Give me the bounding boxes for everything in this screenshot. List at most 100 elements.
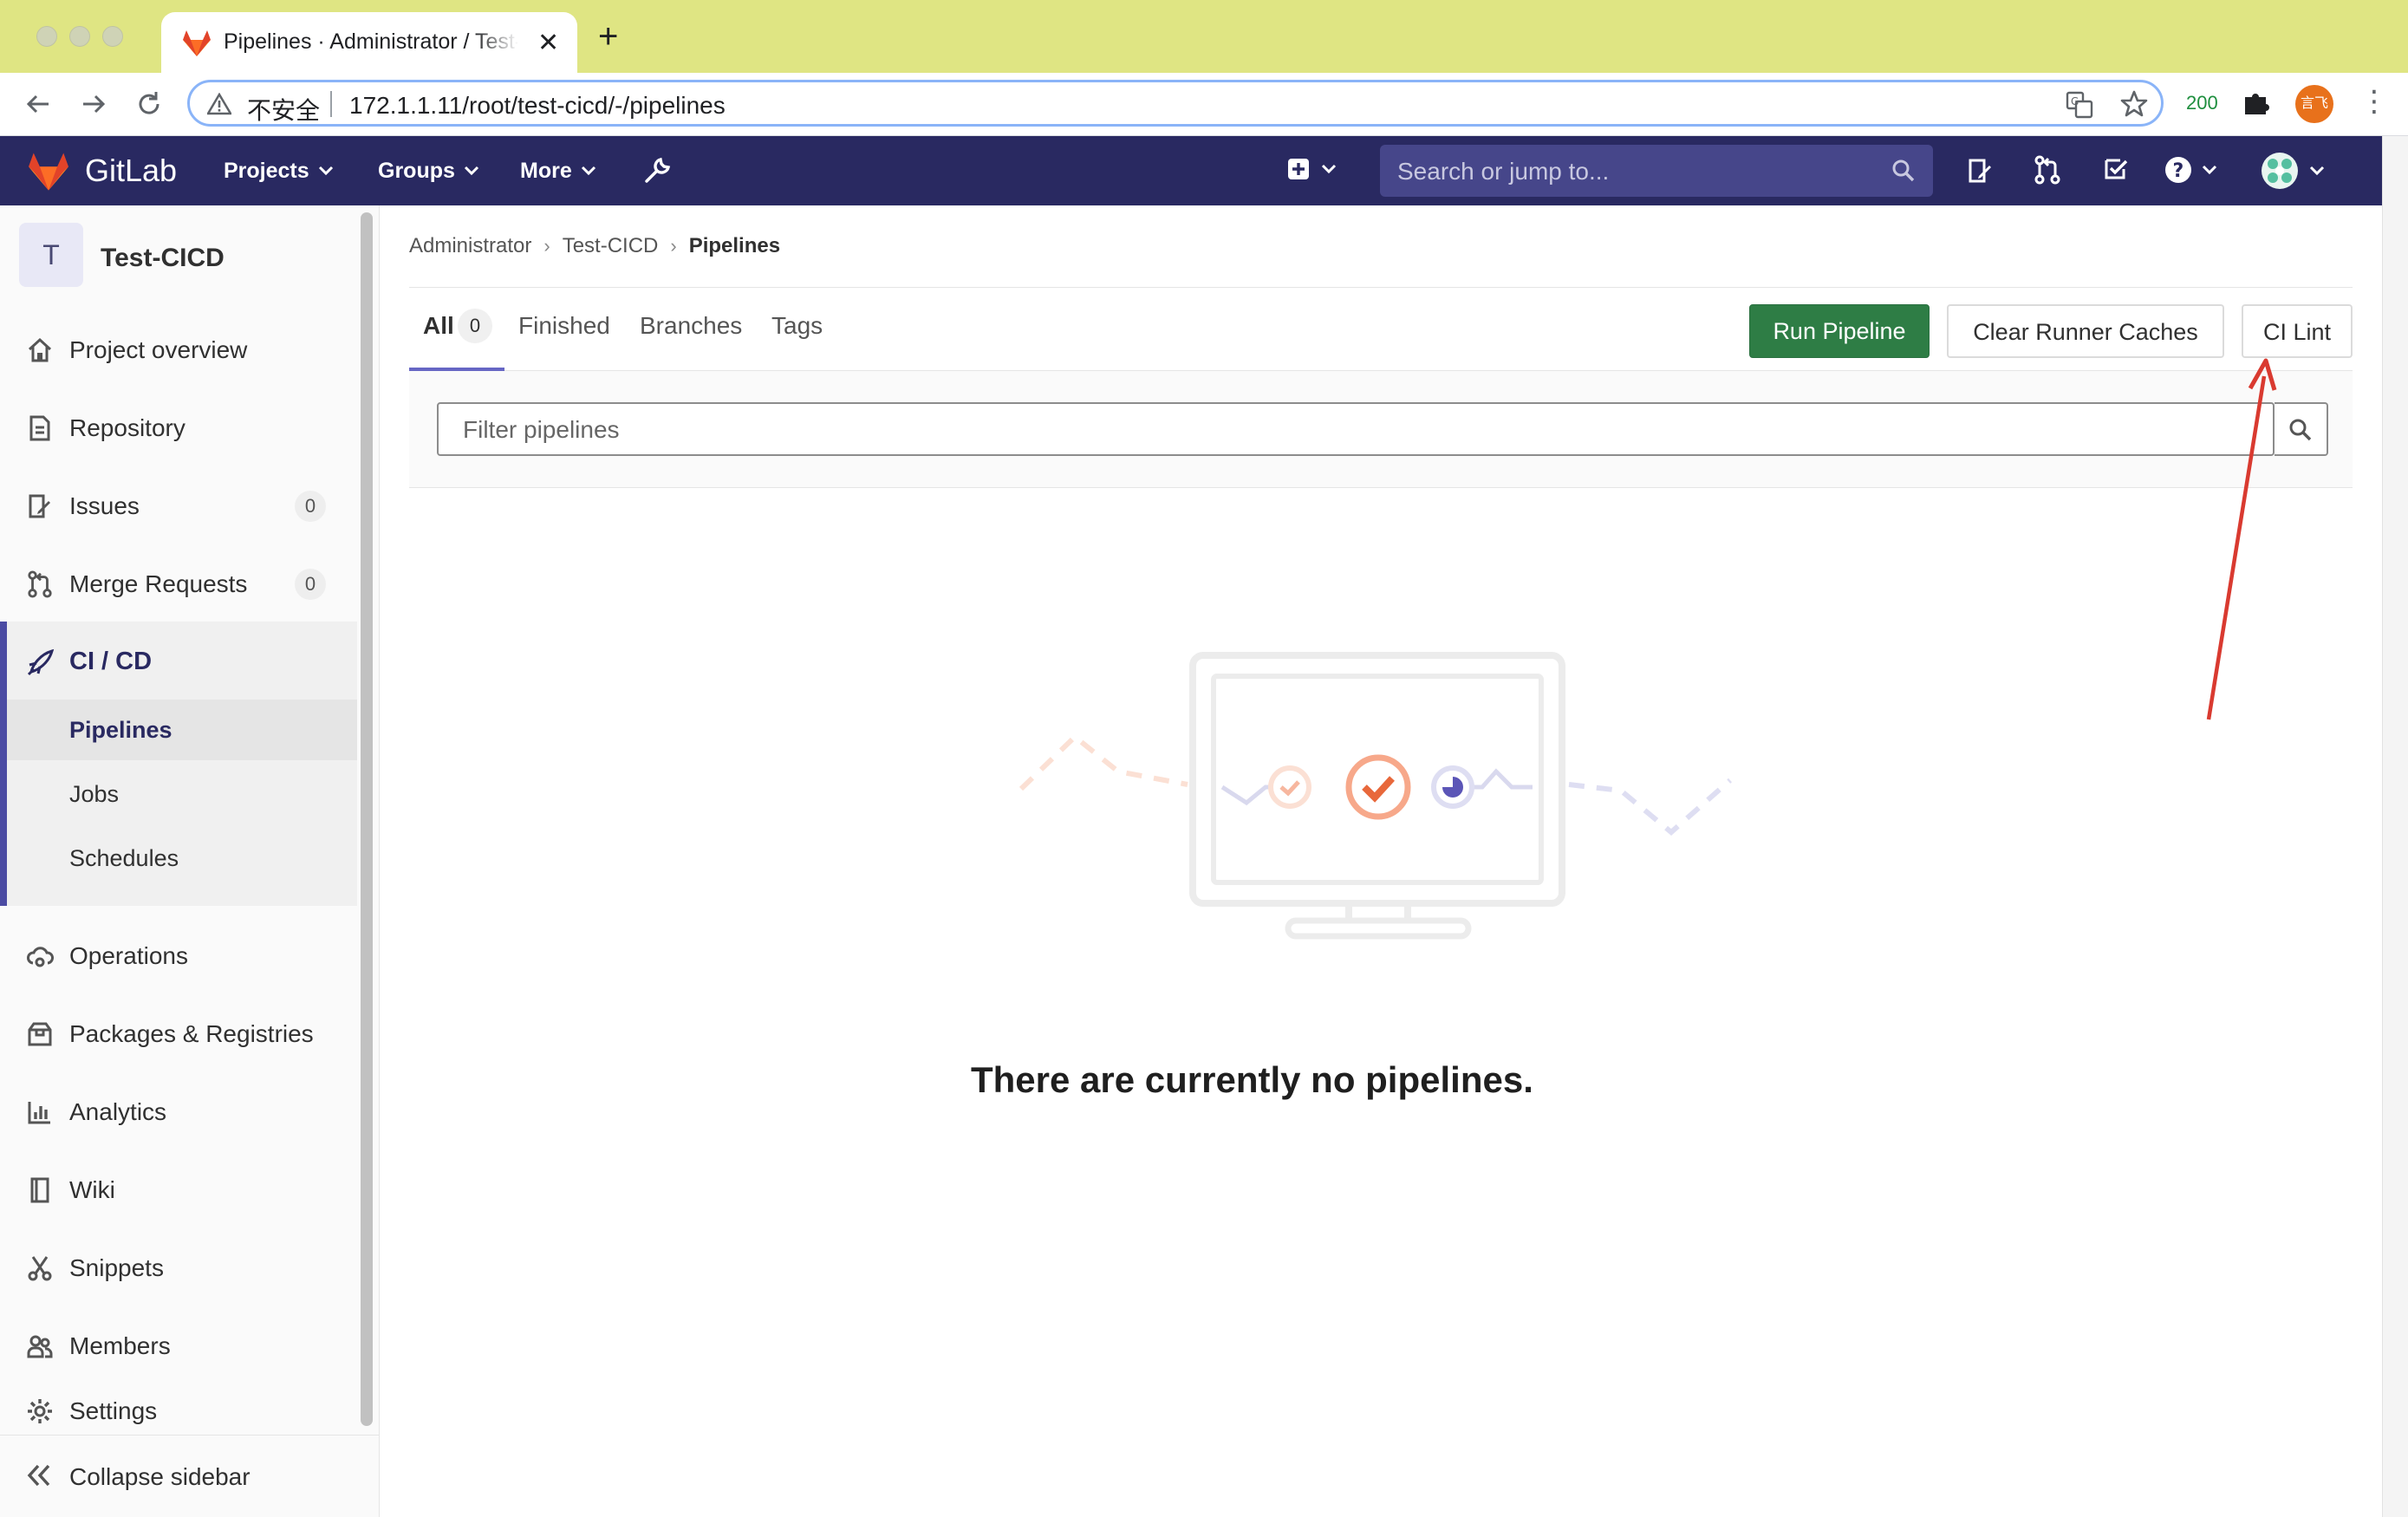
run-pipeline-button[interactable]: Run Pipeline <box>1749 304 1930 358</box>
empty-pipelines-illustration <box>1014 641 1760 954</box>
sidebar-item-snippets[interactable]: Snippets <box>0 1231 357 1305</box>
sidebar-item-cicd[interactable]: CI / CD <box>69 648 152 676</box>
chevron-down-icon <box>318 166 333 176</box>
translate-icon[interactable]: G <box>2066 91 2093 119</box>
window-close-dot[interactable] <box>36 26 57 47</box>
filter-search-button[interactable] <box>2275 402 2328 456</box>
sidebar-item-project-overview[interactable]: Project overview <box>0 313 357 387</box>
breadcrumb-link-project[interactable]: Test-CICD <box>563 234 659 258</box>
groups-menu[interactable]: Groups <box>378 136 479 205</box>
browser-tab-title: Pipelines · Administrator / Test-CICD <box>224 29 518 54</box>
project-avatar[interactable]: T <box>19 223 83 287</box>
sidebar-subitem-label: Schedules <box>69 845 179 871</box>
breadcrumb-current[interactable]: Pipelines <box>689 234 780 258</box>
global-search-box[interactable] <box>1380 145 1933 199</box>
sidebar-section-cicd: CI / CD Pipelines Jobs Schedules <box>0 622 357 906</box>
sidebar-item-operations[interactable]: Operations <box>0 919 357 993</box>
project-name[interactable]: Test-CICD <box>101 244 225 273</box>
collapse-sidebar-label: Collapse sidebar <box>69 1463 251 1490</box>
help-question-icon: ? <box>2165 157 2191 183</box>
sidebar-item-issues[interactable]: Issues 0 <box>0 469 357 544</box>
home-icon <box>28 337 52 362</box>
scissors-icon <box>28 1256 52 1281</box>
sidebar-item-packages-registries[interactable]: Packages & Registries <box>0 997 357 1071</box>
chevron-down-icon <box>2309 166 2325 176</box>
window-minimize-dot[interactable] <box>69 26 90 47</box>
breadcrumb-divider <box>409 287 2353 288</box>
projects-menu[interactable]: Projects <box>224 136 334 205</box>
collapse-sidebar-button[interactable]: Collapse sidebar <box>0 1435 380 1517</box>
gitlab-logo-icon[interactable] <box>26 152 71 192</box>
search-icon[interactable] <box>1891 159 1916 183</box>
merge-requests-shortcut-icon[interactable] <box>2034 155 2061 185</box>
filter-pipelines-box[interactable] <box>437 402 2275 456</box>
page-scrollbar-track[interactable] <box>2382 136 2408 1517</box>
issues-icon <box>29 494 50 518</box>
issues-shortcut-icon[interactable] <box>1966 157 1994 185</box>
sidebar-item-analytics[interactable]: Analytics <box>0 1075 357 1149</box>
svg-text:G: G <box>2071 95 2079 107</box>
warning-triangle-icon <box>207 93 231 115</box>
chevron-down-icon <box>581 166 595 176</box>
tab-close-icon[interactable]: ✕ <box>537 28 559 58</box>
rocket-icon <box>27 648 55 676</box>
more-menu[interactable]: More <box>520 136 596 205</box>
user-menu[interactable] <box>2261 152 2325 190</box>
sidebar-scrollbar-thumb[interactable] <box>361 212 373 1426</box>
tab-tags[interactable]: Tags <box>771 312 823 340</box>
sidebar-item-label: Issues <box>69 492 140 519</box>
breadcrumb-chevron-icon: › <box>670 235 677 257</box>
puzzle-extensions-icon[interactable] <box>2242 88 2271 118</box>
sidebar-subitem-schedules[interactable]: Schedules <box>7 828 357 889</box>
svg-text:?: ? <box>2173 160 2184 182</box>
bookmark-star-icon[interactable] <box>2119 89 2149 119</box>
sidebar-item-members[interactable]: Members <box>0 1309 357 1384</box>
tab-finished[interactable]: Finished <box>518 312 610 340</box>
annotation-arrow <box>2193 355 2280 728</box>
new-tab-icon[interactable]: + <box>598 19 618 54</box>
sidebar-item-label: Settings <box>69 1397 158 1424</box>
sidebar-item-merge-requests[interactable]: Merge Requests 0 <box>0 547 357 622</box>
merge-request-icon <box>28 570 52 598</box>
more-menu-label: More <box>520 159 572 183</box>
chevron-down-icon <box>464 166 478 176</box>
sidebar-item-repository[interactable]: Repository <box>0 391 357 466</box>
document-icon <box>29 415 50 441</box>
filter-pipelines-input[interactable] <box>461 404 2198 456</box>
sidebar-item-label: Repository <box>69 414 185 441</box>
gitlab-brand-text[interactable]: GitLab <box>85 136 177 205</box>
breadcrumb-chevron-icon: › <box>543 235 550 257</box>
sidebar-item-settings[interactable]: Settings <box>0 1387 357 1436</box>
merge-requests-count-badge: 0 <box>295 569 326 600</box>
reload-icon[interactable] <box>133 88 165 120</box>
extension-badge-count[interactable]: 200 <box>2186 92 2218 114</box>
tab-branches[interactable]: Branches <box>640 312 742 340</box>
ci-lint-button[interactable]: CI Lint <box>2242 304 2353 358</box>
sidebar-subitem-pipelines[interactable]: Pipelines <box>7 700 357 760</box>
forward-arrow-icon[interactable] <box>78 88 109 120</box>
breadcrumb-link-administrator[interactable]: Administrator <box>409 234 531 258</box>
book-icon <box>30 1177 49 1203</box>
help-dropdown[interactable]: ? <box>2164 155 2217 185</box>
browser-profile-avatar[interactable]: 言飞 <box>2295 85 2333 123</box>
browser-tab-strip: Pipelines · Administrator / Test-CICD ✕ … <box>0 0 2408 73</box>
address-bar[interactable]: 不安全 172.1.1.11/root/test-cicd/-/pipeline… <box>187 80 2164 127</box>
sidebar-item-wiki[interactable]: Wiki <box>0 1153 357 1227</box>
clear-runner-caches-button[interactable]: Clear Runner Caches <box>1947 304 2224 358</box>
browser-tab-active[interactable]: Pipelines · Administrator / Test-CICD ✕ <box>161 12 577 73</box>
browser-menu-kebab-icon[interactable]: ⋮ <box>2359 87 2389 116</box>
tab-all[interactable]: All <box>423 312 454 340</box>
url-text[interactable]: 172.1.1.11/root/test-cicd/-/pipelines <box>349 92 726 120</box>
back-arrow-icon[interactable] <box>23 88 54 120</box>
admin-wrench-icon[interactable] <box>641 155 673 186</box>
new-item-dropdown[interactable] <box>1286 157 1337 181</box>
sidebar-subitem-jobs[interactable]: Jobs <box>7 764 357 824</box>
todos-checklist-icon[interactable] <box>2101 155 2129 183</box>
projects-menu-label: Projects <box>224 159 309 183</box>
window-maximize-dot[interactable] <box>102 26 123 47</box>
sidebar-subitem-label: Jobs <box>69 781 120 807</box>
global-search-input[interactable] <box>1396 145 1884 199</box>
security-label[interactable]: 不安全 <box>247 92 320 127</box>
sidebar-item-label: Snippets <box>69 1254 164 1281</box>
chevron-down-icon <box>2202 165 2217 175</box>
